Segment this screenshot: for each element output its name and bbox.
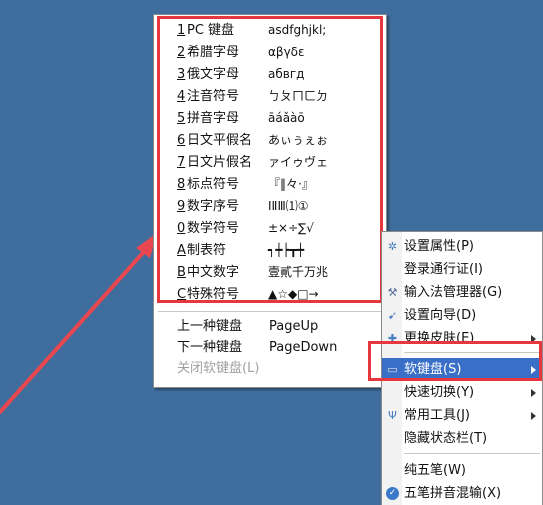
close-soft-keyboard-item[interactable]: 关闭软键盘(L) <box>177 359 259 379</box>
layout-item-math[interactable]: 0 数学符号 ±×÷∑√ <box>177 217 382 239</box>
submenu-arrow-icon <box>531 335 536 343</box>
layout-key: A <box>177 243 186 258</box>
layout-key: 9 <box>177 199 186 214</box>
menu-item-login[interactable]: 登录通行证(I) <box>382 258 542 281</box>
layout-key: B <box>177 265 186 280</box>
menu-item-label: 常用工具(J) <box>404 408 470 423</box>
layout-item-pc[interactable]: 1 PC 键盘 asdfghjkl; <box>177 19 382 41</box>
layout-label: 拼音字母 <box>187 111 240 126</box>
layout-item-chinese-numbers[interactable]: B中文数字 壹貳千万兆 <box>177 261 382 283</box>
layout-sample: 『‖々·』 <box>268 177 314 191</box>
layout-label: 制表符 <box>187 243 227 258</box>
check-icon: ✓ <box>386 487 399 500</box>
menu-item-settings[interactable]: ✲ 设置属性(P) <box>382 235 542 258</box>
layout-item-special-symbols[interactable]: C特殊符号 ▲☆◆□→ <box>177 283 382 305</box>
next-keyboard-shortcut: PageDown <box>269 340 338 355</box>
layout-label: PC 键盘 <box>187 23 235 38</box>
layout-key: 0 <box>177 221 186 236</box>
menu-item-ime-manager[interactable]: ⚒ 输入法管理器(G) <box>382 281 542 304</box>
skin-icon: ✚ <box>387 332 398 345</box>
tools-icon: ⚒ <box>387 286 398 299</box>
menu-item-label: 更换皮肤(E) <box>404 331 475 346</box>
menu-item-label: 输入法管理器(G) <box>404 285 503 300</box>
menu-item-label: 设置属性(P) <box>404 239 474 254</box>
menu-item-quick-switch[interactable]: 快速切换(Y) <box>382 381 542 404</box>
layout-sample: āáǎàō <box>268 111 305 125</box>
layout-key: 7 <box>177 155 186 170</box>
layout-item-greek[interactable]: 2 希腊字母 αβγδε <box>177 41 382 63</box>
layout-item-zhuyin[interactable]: 4 注音符号 ㄅㄆㄇㄈㄉ <box>177 85 382 107</box>
menu-item-label: 快速切换(Y) <box>404 385 475 400</box>
layout-item-numerals[interactable]: 9 数字序号 ⅠⅡⅢ⑴① <box>177 195 382 217</box>
layout-label: 特殊符号 <box>187 287 240 302</box>
layout-item-russian[interactable]: 3 俄文字母 абвгд <box>177 63 382 85</box>
layout-sample: ァイゥヴェ <box>268 155 329 169</box>
layout-label: 中文数字 <box>187 265 240 280</box>
layout-label: 日文片假名 <box>187 155 253 170</box>
layout-key: 6 <box>177 133 186 148</box>
soft-keyboard-menu: 1 PC 键盘 asdfghjkl; 2 希腊字母 αβγδε 3 俄文字母 абвгд 4… <box>153 14 387 388</box>
layout-key: 5 <box>177 111 186 126</box>
layout-item-katakana[interactable]: 7 日文片假名 ァイゥヴェ <box>177 151 382 173</box>
wrench-icon: Ψ <box>388 409 397 422</box>
layout-item-pinyin[interactable]: 5 拼音字母 āáǎàō <box>177 107 382 129</box>
layout-sample: ┑┿┝┳┿ <box>268 243 305 257</box>
layout-label: 标点符号 <box>187 177 240 192</box>
menu-item-label: 隐藏状态栏(T) <box>404 431 488 446</box>
layout-item-punctuation[interactable]: 8 标点符号 『‖々·』 <box>177 173 382 195</box>
menu-item-label: 软键盘(S) <box>404 362 462 377</box>
prev-keyboard-item[interactable]: 上一种键盘 PageUp <box>177 317 318 337</box>
layout-label: 数字序号 <box>187 199 240 214</box>
layout-key: C <box>177 287 187 302</box>
submenu-arrow-icon <box>531 366 536 374</box>
gear-icon: ✲ <box>387 240 398 253</box>
layout-sample: asdfghjkl; <box>268 23 327 37</box>
menu-item-label: 五笔拼音混输(X) <box>404 486 502 501</box>
menu-item-soft-keyboard[interactable]: ▭ 软键盘(S) <box>382 358 542 381</box>
menu-item-hide-statusbar[interactable]: 隐藏状态栏(T) <box>382 427 542 450</box>
layout-label: 日文平假名 <box>187 133 253 148</box>
menu-item-label: 设置向导(D) <box>404 308 477 323</box>
menu-item-setup-wizard[interactable]: ➹ 设置向导(D) <box>382 304 542 327</box>
layout-label: 俄文字母 <box>187 67 240 82</box>
close-soft-keyboard-label: 关闭软键盘(L) <box>177 361 260 376</box>
layout-label: 注音符号 <box>187 89 240 104</box>
layout-sample: абвгд <box>268 67 305 81</box>
ime-context-menu: ✲ 设置属性(P) 登录通行证(I) ⚒ 输入法管理器(G) ➹ 设置向导(D)… <box>381 231 543 505</box>
submenu-arrow-icon <box>531 389 536 397</box>
layout-sample: ▲☆◆□→ <box>268 287 319 301</box>
layout-key: 4 <box>177 89 186 104</box>
menu-item-label: 登录通行证(I) <box>404 262 483 277</box>
layout-key: 1 <box>177 23 186 38</box>
layout-item-table-chars[interactable]: A制表符 ┑┿┝┳┿ <box>177 239 382 261</box>
submenu-arrow-icon <box>531 412 536 420</box>
menu-item-label: 纯五笔(W) <box>404 463 466 478</box>
layout-sample: 壹貳千万兆 <box>268 265 329 279</box>
menu-separator <box>404 352 540 353</box>
menu-item-pure-wubi[interactable]: 纯五笔(W) <box>382 459 542 482</box>
layout-sample: ⅠⅡⅢ⑴① <box>268 199 309 213</box>
next-keyboard-item[interactable]: 下一种键盘 PageDown <box>177 338 337 358</box>
layout-label: 数学符号 <box>187 221 240 236</box>
menu-separator <box>158 311 382 312</box>
layout-item-hiragana[interactable]: 6 日文平假名 あぃぅぇぉ <box>177 129 382 151</box>
prev-keyboard-label: 上一种键盘 <box>177 319 243 334</box>
prev-keyboard-shortcut: PageUp <box>269 319 319 334</box>
layout-sample: ±×÷∑√ <box>268 221 314 235</box>
layout-label: 希腊字母 <box>187 45 240 60</box>
menu-item-common-tools[interactable]: Ψ 常用工具(J) <box>382 404 542 427</box>
wizard-icon: ➹ <box>387 309 398 322</box>
layout-key: 8 <box>177 177 186 192</box>
layout-key: 2 <box>177 45 186 60</box>
layout-sample: ㄅㄆㄇㄈㄉ <box>268 89 329 103</box>
layout-sample: αβγδε <box>268 45 305 59</box>
menu-separator <box>404 453 540 454</box>
menu-item-wubi-pinyin-mixed[interactable]: ✓ 五笔拼音混输(X) <box>382 482 542 505</box>
layout-sample: あぃぅぇぉ <box>268 133 329 147</box>
menu-item-change-skin[interactable]: ✚ 更换皮肤(E) <box>382 327 542 350</box>
layout-key: 3 <box>177 67 186 82</box>
keyboard-icon: ▭ <box>387 363 398 376</box>
next-keyboard-label: 下一种键盘 <box>177 340 243 355</box>
